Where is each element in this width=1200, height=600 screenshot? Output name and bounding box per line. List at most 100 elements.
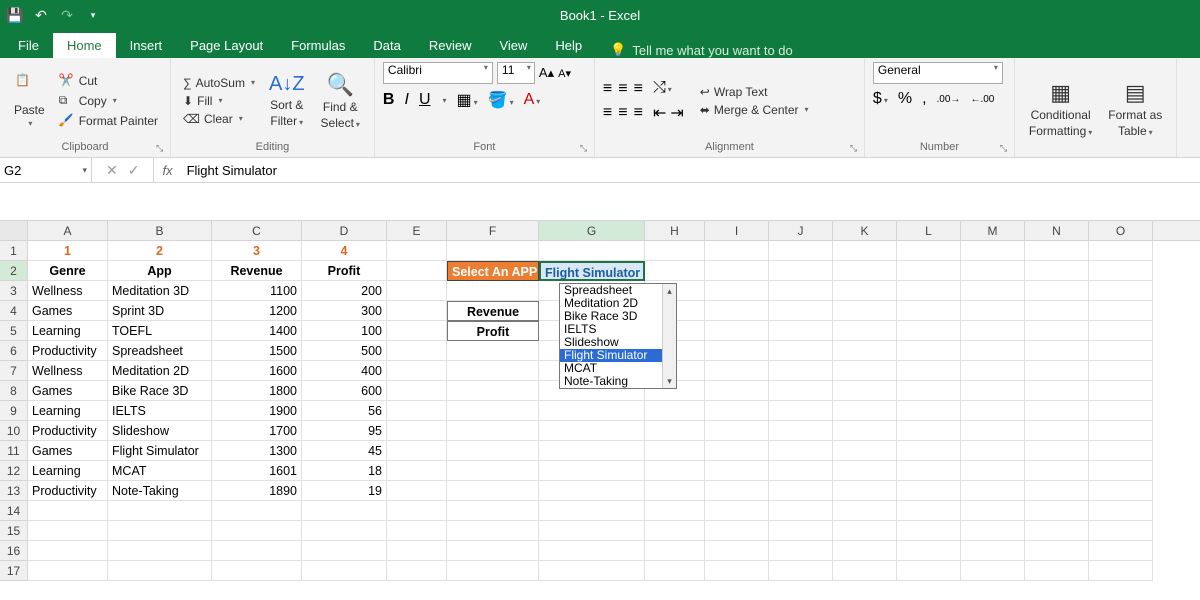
- format-painter-button[interactable]: 🖌️Format Painter: [55, 112, 162, 130]
- row-header-14[interactable]: 14: [0, 501, 28, 521]
- cell-G17[interactable]: [539, 561, 645, 581]
- cell-O3[interactable]: [1089, 281, 1153, 301]
- cell-N11[interactable]: [1025, 441, 1089, 461]
- cell-K4[interactable]: [833, 301, 897, 321]
- cell-A10[interactable]: Productivity: [28, 421, 108, 441]
- cell-A2[interactable]: Genre: [28, 261, 108, 281]
- column-header-L[interactable]: L: [897, 221, 961, 240]
- name-box[interactable]: G2 ▾: [0, 158, 92, 182]
- cell-A17[interactable]: [28, 561, 108, 581]
- decrease-indent-icon[interactable]: ⇤: [653, 103, 666, 123]
- cell-C2[interactable]: Revenue: [212, 261, 302, 281]
- cell-C17[interactable]: [212, 561, 302, 581]
- qat-customize-icon[interactable]: ▾: [84, 6, 102, 24]
- cell-O1[interactable]: [1089, 241, 1153, 261]
- cell-O4[interactable]: [1089, 301, 1153, 321]
- cell-D3[interactable]: 200: [302, 281, 387, 301]
- cell-H16[interactable]: [645, 541, 705, 561]
- fx-icon[interactable]: fx: [154, 163, 180, 178]
- cell-O7[interactable]: [1089, 361, 1153, 381]
- cell-M12[interactable]: [961, 461, 1025, 481]
- column-header-J[interactable]: J: [769, 221, 833, 240]
- tab-data[interactable]: Data: [359, 33, 414, 58]
- cell-K9[interactable]: [833, 401, 897, 421]
- column-header-E[interactable]: E: [387, 221, 447, 240]
- cell-H2[interactable]: [645, 261, 705, 281]
- format-as-table-button[interactable]: ▤ Format as Table▾: [1102, 62, 1168, 155]
- cell-M1[interactable]: [961, 241, 1025, 261]
- cell-N14[interactable]: [1025, 501, 1089, 521]
- cell-N4[interactable]: [1025, 301, 1089, 321]
- cell-B16[interactable]: [108, 541, 212, 561]
- cell-D16[interactable]: [302, 541, 387, 561]
- cell-M2[interactable]: [961, 261, 1025, 281]
- cell-H13[interactable]: [645, 481, 705, 501]
- scroll-up-icon[interactable]: ▴: [663, 284, 676, 298]
- cell-M17[interactable]: [961, 561, 1025, 581]
- merge-center-button[interactable]: ⬌Merge & Center▾: [696, 102, 813, 118]
- cell-G9[interactable]: [539, 401, 645, 421]
- cut-button[interactable]: ✂️Cut: [55, 72, 162, 90]
- currency-icon[interactable]: $▾: [873, 90, 888, 108]
- cell-B4[interactable]: Sprint 3D: [108, 301, 212, 321]
- percent-icon[interactable]: %: [898, 90, 912, 108]
- cell-L13[interactable]: [897, 481, 961, 501]
- tab-page-layout[interactable]: Page Layout: [176, 33, 277, 58]
- column-header-I[interactable]: I: [705, 221, 769, 240]
- cell-N9[interactable]: [1025, 401, 1089, 421]
- cell-O10[interactable]: [1089, 421, 1153, 441]
- cell-K13[interactable]: [833, 481, 897, 501]
- cell-F12[interactable]: [447, 461, 539, 481]
- cell-D7[interactable]: 400: [302, 361, 387, 381]
- column-header-F[interactable]: F: [447, 221, 539, 240]
- cell-J12[interactable]: [769, 461, 833, 481]
- tab-insert[interactable]: Insert: [116, 33, 177, 58]
- column-header-H[interactable]: H: [645, 221, 705, 240]
- cell-B5[interactable]: TOEFL: [108, 321, 212, 341]
- dialog-launcher-icon[interactable]: ⤡: [580, 143, 592, 155]
- row-header-8[interactable]: 8: [0, 381, 28, 401]
- cell-L2[interactable]: [897, 261, 961, 281]
- cell-K7[interactable]: [833, 361, 897, 381]
- cell-D8[interactable]: 600: [302, 381, 387, 401]
- row-header-5[interactable]: 5: [0, 321, 28, 341]
- cell-H12[interactable]: [645, 461, 705, 481]
- cell-I3[interactable]: [705, 281, 769, 301]
- cell-D12[interactable]: 18: [302, 461, 387, 481]
- row-header-16[interactable]: 16: [0, 541, 28, 561]
- cell-J11[interactable]: [769, 441, 833, 461]
- tab-review[interactable]: Review: [415, 33, 486, 58]
- cell-A3[interactable]: Wellness: [28, 281, 108, 301]
- cell-F3[interactable]: [447, 281, 539, 301]
- tell-me-search[interactable]: 💡 Tell me what you want to do: [610, 42, 793, 58]
- cell-I6[interactable]: [705, 341, 769, 361]
- row-header-3[interactable]: 3: [0, 281, 28, 301]
- paste-button[interactable]: 📋 Paste ▾: [8, 62, 51, 139]
- column-header-A[interactable]: A: [28, 221, 108, 240]
- cell-L5[interactable]: [897, 321, 961, 341]
- cell-B11[interactable]: Flight Simulator: [108, 441, 212, 461]
- cell-G1[interactable]: [539, 241, 645, 261]
- fill-button[interactable]: ⬇Fill▾: [179, 93, 259, 109]
- cell-F17[interactable]: [447, 561, 539, 581]
- cell-G16[interactable]: [539, 541, 645, 561]
- cell-L16[interactable]: [897, 541, 961, 561]
- cell-C16[interactable]: [212, 541, 302, 561]
- cell-K11[interactable]: [833, 441, 897, 461]
- align-left-icon[interactable]: ≡: [603, 104, 612, 122]
- dropdown-option[interactable]: Note-Taking: [560, 375, 676, 388]
- cell-J6[interactable]: [769, 341, 833, 361]
- row-header-11[interactable]: 11: [0, 441, 28, 461]
- cell-A5[interactable]: Learning: [28, 321, 108, 341]
- chevron-down-icon[interactable]: ▾: [82, 165, 87, 176]
- align-bottom-icon[interactable]: ≡: [634, 80, 643, 98]
- fill-color-button[interactable]: 🪣▾: [488, 90, 514, 110]
- cell-L6[interactable]: [897, 341, 961, 361]
- font-color-button[interactable]: A▾: [524, 91, 541, 109]
- cell-B14[interactable]: [108, 501, 212, 521]
- font-name-select[interactable]: Calibri▾: [383, 62, 493, 84]
- cell-N8[interactable]: [1025, 381, 1089, 401]
- cell-N15[interactable]: [1025, 521, 1089, 541]
- cell-E5[interactable]: [387, 321, 447, 341]
- cancel-icon[interactable]: ✕: [106, 162, 118, 179]
